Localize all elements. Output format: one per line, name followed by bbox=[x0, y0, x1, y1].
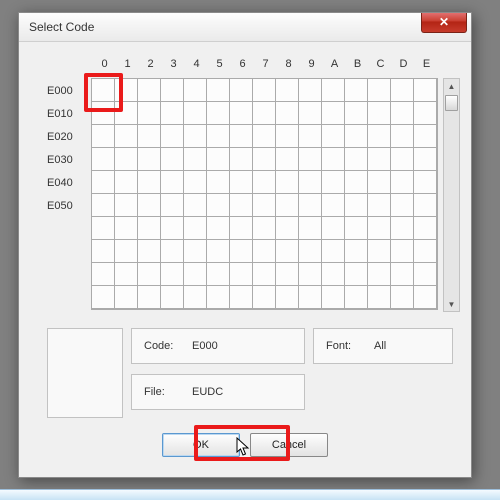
dialog-content: 0 1 2 3 4 5 6 7 8 9 A B C D E E000 E010 … bbox=[19, 42, 471, 477]
col-header: 8 bbox=[277, 58, 300, 70]
scroll-down-arrow-icon[interactable]: ▼ bbox=[444, 297, 459, 311]
close-button[interactable]: ✕ bbox=[421, 13, 467, 33]
font-label: Font: bbox=[326, 340, 360, 352]
file-panel: File: EUDC bbox=[131, 374, 305, 410]
character-grid[interactable] bbox=[91, 78, 438, 310]
dialog-buttons: OK Cancel bbox=[19, 433, 471, 457]
col-header: A bbox=[323, 58, 346, 70]
code-value: E000 bbox=[192, 340, 218, 352]
scroll-up-arrow-icon[interactable]: ▲ bbox=[444, 79, 459, 93]
grid-scrollbar[interactable]: ▲ ▼ bbox=[443, 78, 460, 312]
col-header: 7 bbox=[254, 58, 277, 70]
taskbar[interactable] bbox=[0, 489, 500, 500]
select-code-dialog: Select Code ✕ 0 1 2 3 4 5 6 7 8 9 A B C … bbox=[18, 12, 472, 478]
font-panel: Font: All bbox=[313, 328, 453, 364]
col-header: 2 bbox=[139, 58, 162, 70]
col-header: 4 bbox=[185, 58, 208, 70]
col-header: 0 bbox=[93, 58, 116, 70]
row-label: E020 bbox=[47, 126, 87, 149]
row-label: E000 bbox=[47, 80, 87, 103]
scroll-thumb[interactable] bbox=[445, 95, 458, 111]
cancel-button[interactable]: Cancel bbox=[250, 433, 328, 457]
col-header: D bbox=[392, 58, 415, 70]
titlebar[interactable]: Select Code ✕ bbox=[19, 13, 471, 42]
row-label: E010 bbox=[47, 103, 87, 126]
grid-row-labels: E000 E010 E020 E030 E040 E050 bbox=[47, 80, 87, 218]
col-header: 9 bbox=[300, 58, 323, 70]
col-header: 1 bbox=[116, 58, 139, 70]
file-value: EUDC bbox=[192, 386, 223, 398]
cancel-label: Cancel bbox=[272, 439, 306, 451]
code-panel: Code: E000 bbox=[131, 328, 305, 364]
col-header: 3 bbox=[162, 58, 185, 70]
code-label: Code: bbox=[144, 340, 178, 352]
ok-label: OK bbox=[193, 439, 209, 451]
col-header: C bbox=[369, 58, 392, 70]
row-label: E040 bbox=[47, 172, 87, 195]
file-label: File: bbox=[144, 386, 178, 398]
col-header: E bbox=[415, 58, 438, 70]
font-value: All bbox=[374, 340, 386, 352]
character-preview bbox=[47, 328, 123, 418]
info-panels: Code: E000 Font: All File: EUDC bbox=[131, 328, 457, 410]
row-label: E030 bbox=[47, 149, 87, 172]
col-header: 5 bbox=[208, 58, 231, 70]
row-label: E050 bbox=[47, 195, 87, 218]
grid-column-headers: 0 1 2 3 4 5 6 7 8 9 A B C D E bbox=[93, 58, 438, 70]
close-icon: ✕ bbox=[439, 16, 449, 28]
dialog-title: Select Code bbox=[29, 20, 94, 34]
ok-button[interactable]: OK bbox=[162, 433, 240, 457]
col-header: 6 bbox=[231, 58, 254, 70]
col-header: B bbox=[346, 58, 369, 70]
